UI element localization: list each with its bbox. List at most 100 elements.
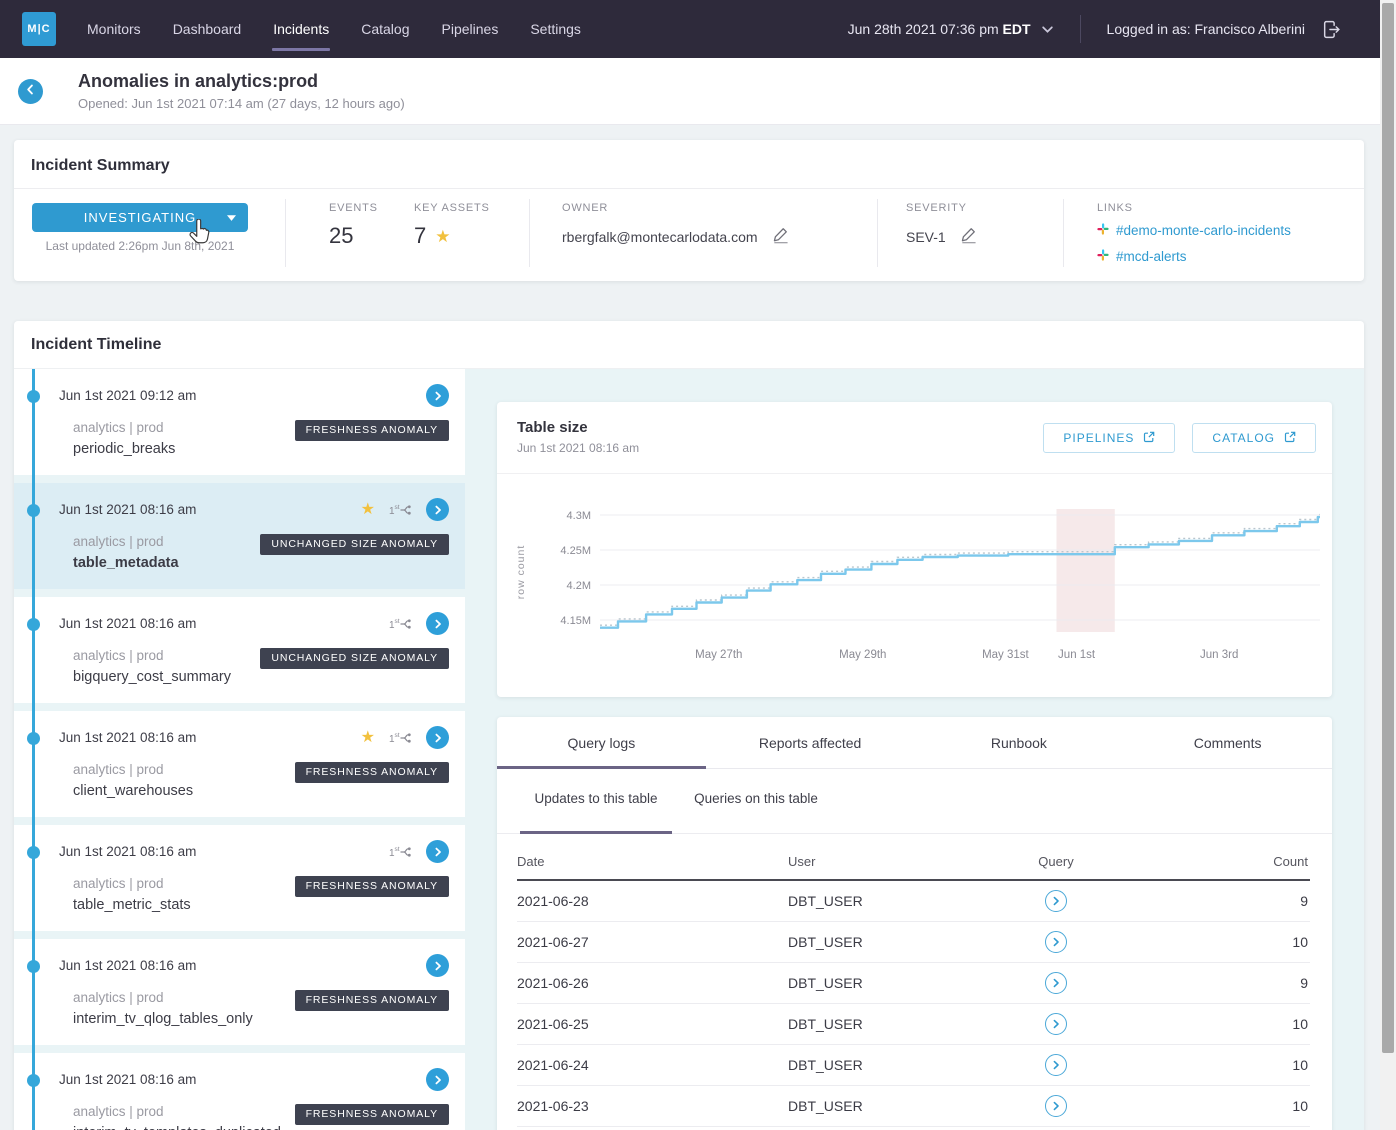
datetime-dropdown[interactable]: Jun 28th 2021 07:36 pm EDT (848, 21, 1054, 37)
key-assets-count: 7 (414, 223, 426, 249)
open-event-button[interactable] (426, 612, 449, 635)
slack-icon (1097, 222, 1109, 240)
subtab-queries-on-this-table[interactable]: Queries on this table (672, 791, 840, 833)
nav-item-incidents[interactable]: Incidents (272, 12, 330, 46)
status-label: INVESTIGATING (84, 210, 196, 225)
tab-runbook[interactable]: Runbook (915, 717, 1124, 768)
view-query-button[interactable] (1045, 1013, 1067, 1035)
row-count: 10 (1126, 934, 1310, 950)
row-count: 10 (1126, 1098, 1310, 1114)
top-nav: M|C Monitors Dashboard Incidents Catalog Pip… (0, 0, 1396, 58)
tab-query-logs[interactable]: Query logs (497, 717, 706, 768)
timeline-item[interactable]: Jun 1st 2021 08:16 am★1stanalytics | pro… (14, 483, 465, 589)
scrollbar-thumb[interactable] (1382, 3, 1394, 1053)
row-date: 2021-06-24 (517, 1057, 788, 1073)
pipelines-button[interactable]: PIPELINES (1043, 423, 1175, 453)
chevron-left-icon (25, 82, 36, 100)
table-row: 2021-06-27DBT_USER10 (517, 922, 1310, 963)
svg-text:Jun 3rd: Jun 3rd (1200, 649, 1238, 661)
slack-channel-link[interactable]: #demo-monte-carlo-incidents (1116, 223, 1291, 238)
tab-reports-affected[interactable]: Reports affected (706, 717, 915, 768)
view-query-button[interactable] (1045, 890, 1067, 912)
open-event-button[interactable] (426, 498, 449, 521)
status-last-updated: Last updated 2:26pm Jun 8th, 2021 (32, 239, 248, 253)
nav-item-settings[interactable]: Settings (529, 12, 582, 46)
timeline-item[interactable]: Jun 1st 2021 08:16 amanalytics | prodint… (14, 1053, 465, 1130)
anomaly-type-badge: FRESHNESS ANOMALY (295, 420, 449, 441)
svg-text:4.2M: 4.2M (567, 580, 591, 592)
vertical-scrollbar[interactable] (1380, 0, 1396, 1130)
svg-text:st: st (395, 618, 400, 625)
event-table-name: interim_tv_qlog_tables_only (73, 1011, 253, 1027)
edit-severity-icon[interactable] (960, 226, 978, 247)
row-date: 2021-06-23 (517, 1098, 788, 1114)
query-table-header: DateUserQueryCount (517, 846, 1310, 881)
back-button[interactable] (18, 79, 43, 104)
table-row: 2021-06-28DBT_USER9 (517, 881, 1310, 922)
logout-icon[interactable] (1321, 19, 1342, 40)
svg-text:May 29th: May 29th (839, 649, 886, 661)
event-schema: analytics | prod (73, 1104, 281, 1119)
subtab-updates-to-this-table[interactable]: Updates to this table (520, 791, 672, 833)
summary-divider (877, 199, 878, 267)
nav-item-monitors[interactable]: Monitors (86, 12, 142, 46)
row-user: DBT_USER (788, 1057, 986, 1073)
event-table-name: table_metadata (73, 555, 179, 571)
edit-owner-icon[interactable] (772, 226, 790, 247)
incident-detail-tabs-card: Query logsReports affectedRunbookComment… (497, 717, 1332, 1130)
open-event-button[interactable] (426, 1068, 449, 1091)
view-query-button[interactable] (1045, 972, 1067, 994)
row-date: 2021-06-28 (517, 893, 788, 909)
open-event-button[interactable] (426, 840, 449, 863)
anomaly-type-badge: UNCHANGED SIZE ANOMALY (260, 534, 449, 555)
nav-item-catalog[interactable]: Catalog (360, 12, 410, 46)
chevron-down-icon (1041, 21, 1054, 37)
timeline-item[interactable]: Jun 1st 2021 09:12 amanalytics | prodper… (14, 369, 465, 475)
timeline-item[interactable]: Jun 1st 2021 08:16 amanalytics | prodint… (14, 939, 465, 1045)
open-event-button[interactable] (426, 384, 449, 407)
timeline-item[interactable]: Jun 1st 2021 08:16 am1stanalytics | prod… (14, 597, 465, 703)
sub-tabs: Updates to this tableQueries on this tab… (497, 769, 1332, 834)
lineage-first-degree-icon: 1st (389, 503, 412, 517)
view-query-button[interactable] (1045, 1095, 1067, 1117)
external-link-icon (1143, 431, 1155, 446)
anomaly-type-badge: FRESHNESS ANOMALY (295, 876, 449, 897)
view-query-button[interactable] (1045, 1054, 1067, 1076)
links-label: LINKS (1097, 202, 1291, 214)
monte-carlo-logo[interactable]: M|C (22, 12, 56, 46)
summary-divider (1063, 199, 1064, 267)
incident-summary-title: Incident Summary (14, 140, 1364, 189)
severity-label: SEVERITY (906, 202, 978, 214)
nav-item-dashboard[interactable]: Dashboard (172, 12, 243, 46)
event-table-name: bigquery_cost_summary (73, 669, 231, 685)
timeline-item[interactable]: Jun 1st 2021 08:16 am★1stanalytics | pro… (14, 711, 465, 817)
table-row: 2021-06-26DBT_USER9 (517, 963, 1310, 1004)
table-row: 2021-06-25DBT_USER10 (517, 1004, 1310, 1045)
column-header-user: User (788, 854, 986, 869)
row-date: 2021-06-26 (517, 975, 788, 991)
events-count: 25 (329, 223, 378, 249)
svg-text:st: st (395, 846, 400, 853)
open-event-button[interactable] (426, 954, 449, 977)
open-event-button[interactable] (426, 726, 449, 749)
slack-channel-link[interactable]: #mcd-alerts (1116, 249, 1187, 264)
tab-comments[interactable]: Comments (1123, 717, 1332, 768)
anomaly-type-badge: FRESHNESS ANOMALY (295, 990, 449, 1011)
timeline-item[interactable]: Jun 1st 2021 08:16 am1stanalytics | prod… (14, 825, 465, 931)
column-header-count: Count (1126, 854, 1310, 869)
event-table-name: client_warehouses (73, 783, 193, 799)
event-schema: analytics | prod (73, 420, 175, 435)
row-user: DBT_USER (788, 1016, 986, 1032)
event-timestamp: Jun 1st 2021 08:16 am (59, 844, 196, 859)
svg-text:Jun 1st: Jun 1st (1058, 649, 1096, 661)
status-dropdown-button[interactable]: INVESTIGATING (32, 203, 248, 232)
row-count: 10 (1126, 1016, 1310, 1032)
owner-label: OWNER (562, 202, 790, 214)
event-timestamp: Jun 1st 2021 08:16 am (59, 958, 196, 973)
view-query-button[interactable] (1045, 931, 1067, 953)
catalog-button[interactable]: CATALOG (1192, 423, 1316, 453)
nav-item-pipelines[interactable]: Pipelines (441, 12, 500, 46)
incident-timeline-section: Incident Timeline Jun 1st 2021 09:12 ama… (14, 321, 1364, 1130)
event-timestamp: Jun 1st 2021 08:16 am (59, 616, 196, 631)
query-log-table: DateUserQueryCount 2021-06-28DBT_USER920… (497, 834, 1332, 1130)
